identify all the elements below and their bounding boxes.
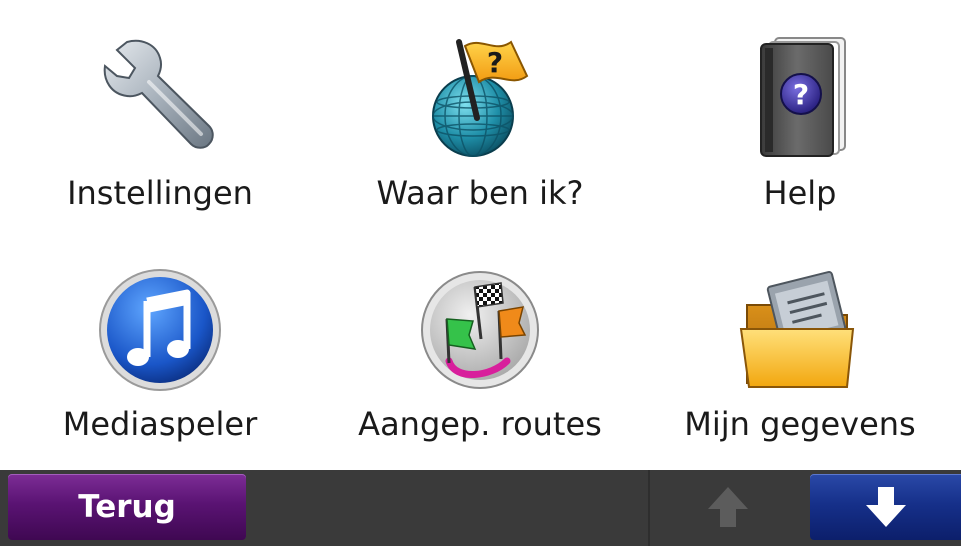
svg-text:?: ? (793, 78, 809, 111)
custom-routes-flags-icon (415, 265, 545, 395)
menu-item-media-player[interactable]: Mediaspeler (0, 235, 320, 470)
menu-item-help[interactable]: ? Help (640, 0, 960, 235)
menu-item-custom-routes[interactable]: Aangep. routes (320, 235, 640, 470)
menu-item-label: Waar ben ik? (376, 174, 584, 212)
help-book-icon: ? (735, 32, 865, 162)
menu-item-label: Aangep. routes (358, 405, 602, 443)
menu-item-label: Help (763, 174, 837, 212)
menu-item-where-am-i[interactable]: ? Waar ben ik? (320, 0, 640, 235)
menu-item-settings[interactable]: Instellingen (0, 0, 320, 235)
menu-item-my-data[interactable]: Mijn gegevens (640, 235, 960, 470)
globe-question-flag-icon: ? (415, 32, 545, 162)
bottom-toolbar: Terug (0, 470, 961, 546)
wrench-icon (95, 32, 225, 162)
scroll-down-button[interactable] (810, 474, 961, 540)
arrow-down-icon (865, 487, 906, 527)
folder-documents-icon (735, 265, 865, 395)
music-note-icon (95, 265, 225, 395)
toolbar-divider (648, 470, 650, 546)
back-button-label: Terug (78, 489, 176, 525)
arrow-up-icon (708, 487, 748, 527)
back-button[interactable]: Terug (8, 474, 246, 540)
main-menu-grid: Instellingen ? Waar ben ik? ? Help Media… (0, 0, 961, 470)
menu-item-label: Mijn gegevens (684, 405, 916, 443)
menu-item-label: Instellingen (67, 174, 253, 212)
svg-text:?: ? (487, 46, 503, 79)
menu-item-label: Mediaspeler (62, 405, 258, 443)
scroll-up-button[interactable] (652, 474, 804, 540)
